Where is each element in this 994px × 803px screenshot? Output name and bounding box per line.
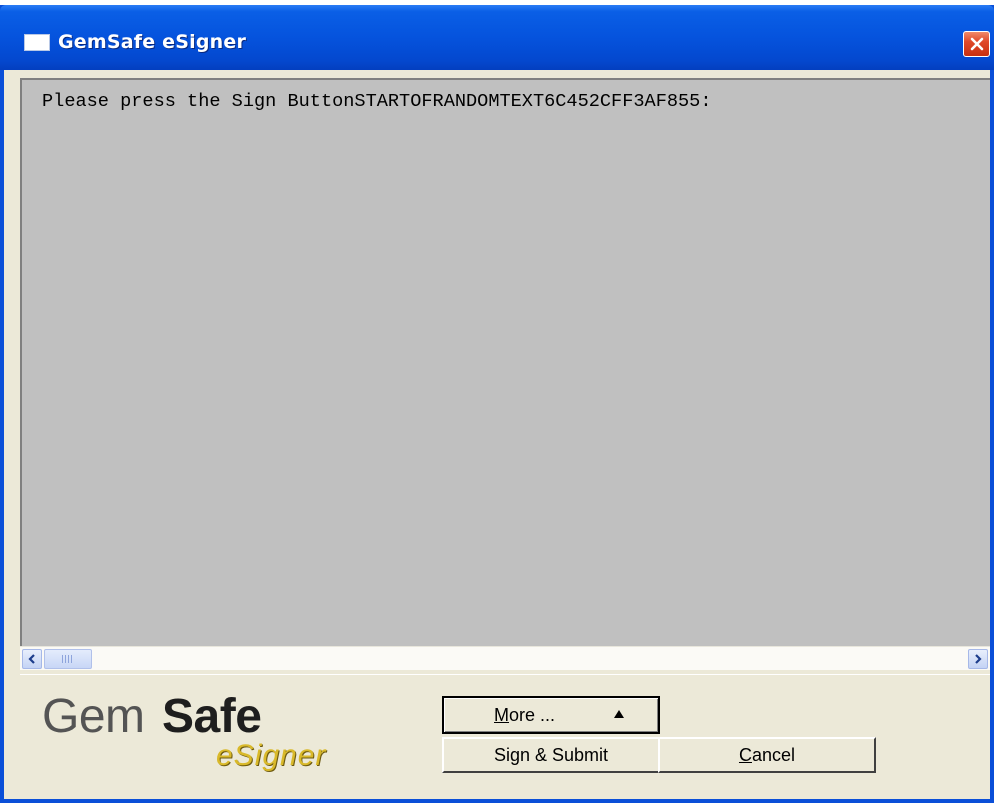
scroll-right-icon: [975, 654, 982, 664]
more-button[interactable]: More ...: [442, 696, 660, 734]
close-button[interactable]: [963, 31, 990, 57]
message-text: Please press the Sign ButtonSTARTOFRANDO…: [42, 91, 712, 112]
horizontal-scrollbar[interactable]: [20, 646, 990, 670]
close-icon: [970, 37, 983, 51]
more-button-label: More ...: [494, 704, 556, 725]
cancel-button-label: Cancel: [738, 744, 796, 765]
window-icon: [24, 34, 50, 51]
scroll-thumb[interactable]: [44, 649, 92, 669]
window-title: GemSafe eSigner: [58, 31, 247, 53]
window-client: Please press the Sign ButtonSTARTOFRANDO…: [4, 70, 990, 799]
scroll-left-icon: [28, 654, 35, 664]
gemsafe-logo: Gem Safe eSigner: [42, 689, 382, 779]
logo-safe-text: Safe: [162, 690, 262, 743]
button-panel: Gem Safe eSigner More ... Sign & Submit …: [20, 674, 990, 800]
grip-icon: [62, 655, 74, 663]
scroll-right-button[interactable]: [968, 649, 988, 669]
esigner-window: GemSafe eSigner Please press the Sign Bu…: [0, 5, 994, 803]
logo-esigner-text: eSigner: [216, 739, 327, 772]
message-pane[interactable]: Please press the Sign ButtonSTARTOFRANDO…: [20, 78, 990, 646]
cancel-button[interactable]: Cancel: [658, 737, 876, 773]
title-bar[interactable]: GemSafe eSigner: [0, 5, 994, 70]
logo-gem-text: Gem: [42, 690, 145, 743]
scroll-left-button[interactable]: [22, 649, 42, 669]
sign-submit-button[interactable]: Sign & Submit: [442, 737, 660, 773]
more-arrow-icon: [614, 710, 624, 718]
